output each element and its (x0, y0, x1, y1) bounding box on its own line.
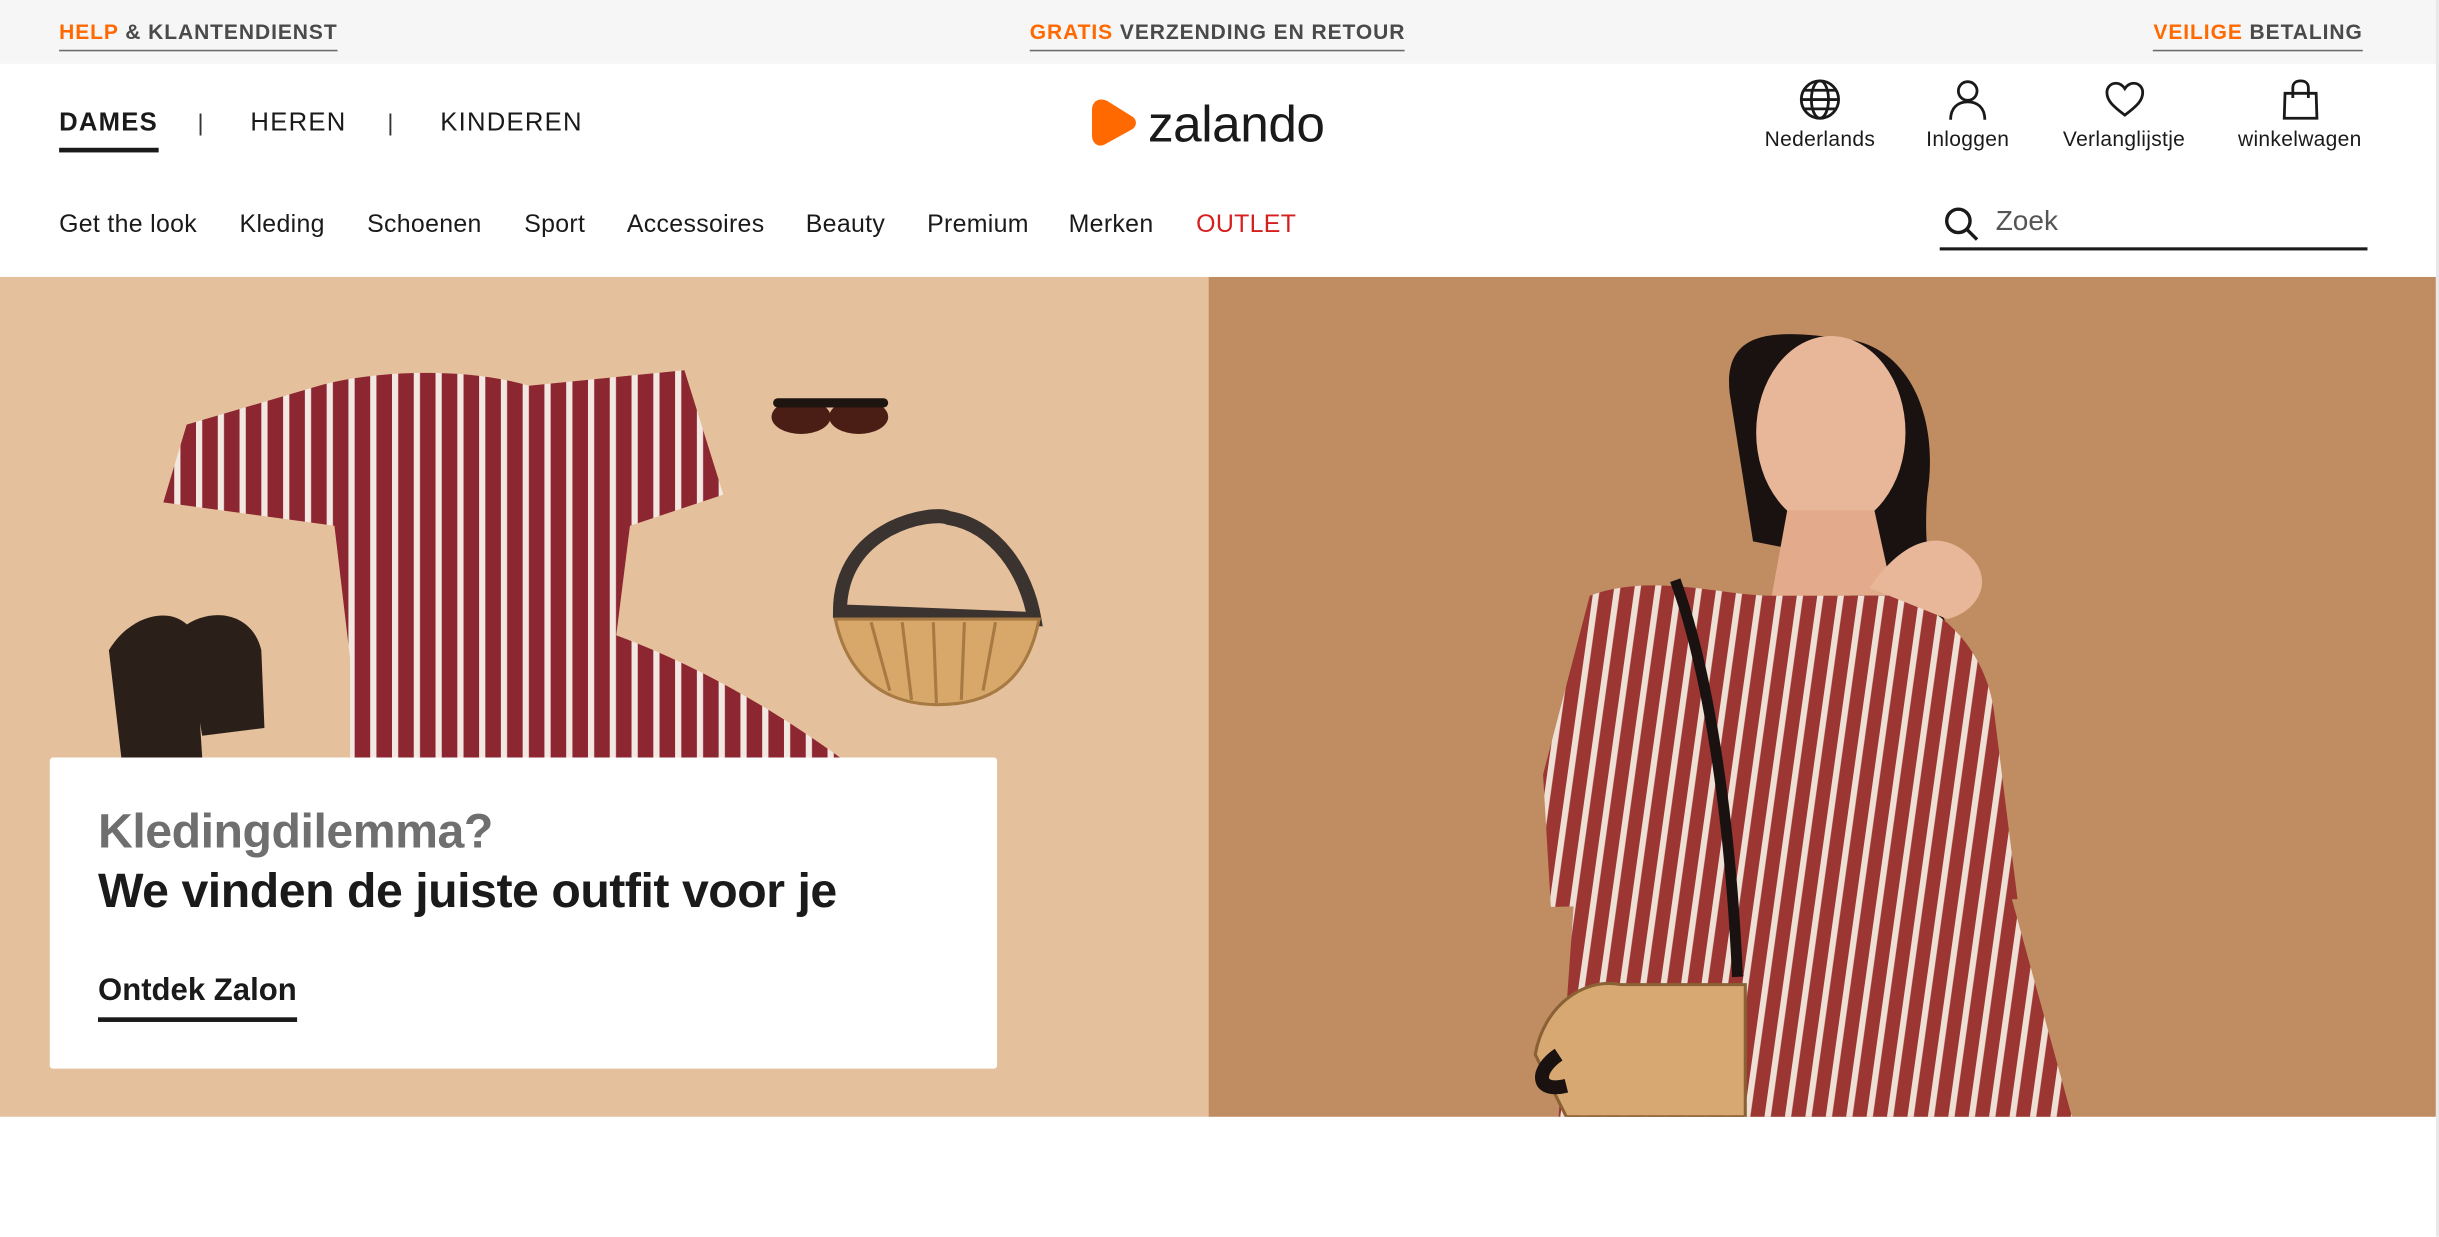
login-button[interactable]: Inloggen (1924, 78, 2011, 151)
gender-separator: | (197, 110, 204, 137)
help-accent: HELP (59, 20, 119, 44)
wishlist-button[interactable]: Verlanglijstje (2059, 78, 2188, 151)
hero-image-model (1208, 276, 2436, 1117)
hero-banner[interactable]: Kledingdilemma? We vinden de juiste outf… (0, 276, 2436, 1117)
gender-tab-dames[interactable]: DAMES (59, 109, 159, 153)
search-bar[interactable] (1939, 198, 2368, 251)
wishlist-label: Verlanglijstje (2062, 127, 2186, 151)
category-accessoires[interactable]: Accessoires (627, 212, 765, 240)
zalando-logo[interactable]: zalando (1089, 92, 1325, 154)
logo-wordmark: zalando (1147, 94, 1325, 152)
gender-tab-heren[interactable]: HEREN (250, 109, 346, 139)
cart-label: winkelwagen (2237, 127, 2362, 151)
shipping-link[interactable]: GRATIS VERZENDING EN RETOUR (1029, 20, 1406, 52)
bag-icon (2282, 79, 2318, 120)
heart-icon (2104, 81, 2144, 117)
language-label: Nederlands (1764, 127, 1876, 151)
discover-zalon-link[interactable]: Ontdek Zalon (97, 974, 297, 1022)
hero-subtitle: Kledingdilemma? (97, 804, 493, 859)
shipping-accent: GRATIS (1029, 20, 1114, 44)
category-get-the-look[interactable]: Get the look (59, 212, 197, 240)
help-link[interactable]: HELP & KLANTENDIENST (59, 20, 338, 52)
model-illustration (1533, 334, 2072, 1117)
gender-tab-kinderen[interactable]: KINDEREN (440, 109, 583, 139)
login-label: Inloggen (1926, 127, 2010, 151)
help-rest: & KLANTENDIENST (118, 20, 338, 44)
category-outlet[interactable]: OUTLET (1196, 212, 1296, 240)
payment-rest: BETALING (2242, 20, 2363, 44)
language-button[interactable]: Nederlands (1762, 78, 1877, 151)
payment-accent: VEILIGE (2153, 20, 2243, 44)
hero-title: We vinden de juiste outfit voor je (97, 863, 837, 918)
category-kleding[interactable]: Kleding (240, 212, 325, 240)
logo-play-icon (1091, 99, 1136, 146)
payment-link[interactable]: VEILIGE BETALING (2153, 20, 2363, 52)
user-icon (1949, 80, 1987, 120)
hero-promo-card: Kledingdilemma? We vinden de juiste outf… (49, 757, 998, 1069)
utility-bar: HELP & KLANTENDIENST GRATIS VERZENDING E… (0, 0, 2439, 64)
category-schoenen[interactable]: Schoenen (367, 212, 482, 240)
search-icon[interactable] (1943, 205, 1980, 242)
globe-icon (1799, 79, 1841, 120)
category-beauty[interactable]: Beauty (806, 212, 885, 240)
category-premium[interactable]: Premium (927, 212, 1029, 240)
search-input[interactable] (1995, 200, 2354, 242)
category-sport[interactable]: Sport (524, 212, 585, 240)
page: HELP & KLANTENDIENST GRATIS VERZENDING E… (0, 0, 2439, 1237)
category-merken[interactable]: Merken (1069, 212, 1154, 240)
gender-separator: | (387, 110, 394, 137)
cart-button[interactable]: winkelwagen (2235, 78, 2364, 151)
shipping-rest: VERZENDING EN RETOUR (1113, 20, 1406, 44)
